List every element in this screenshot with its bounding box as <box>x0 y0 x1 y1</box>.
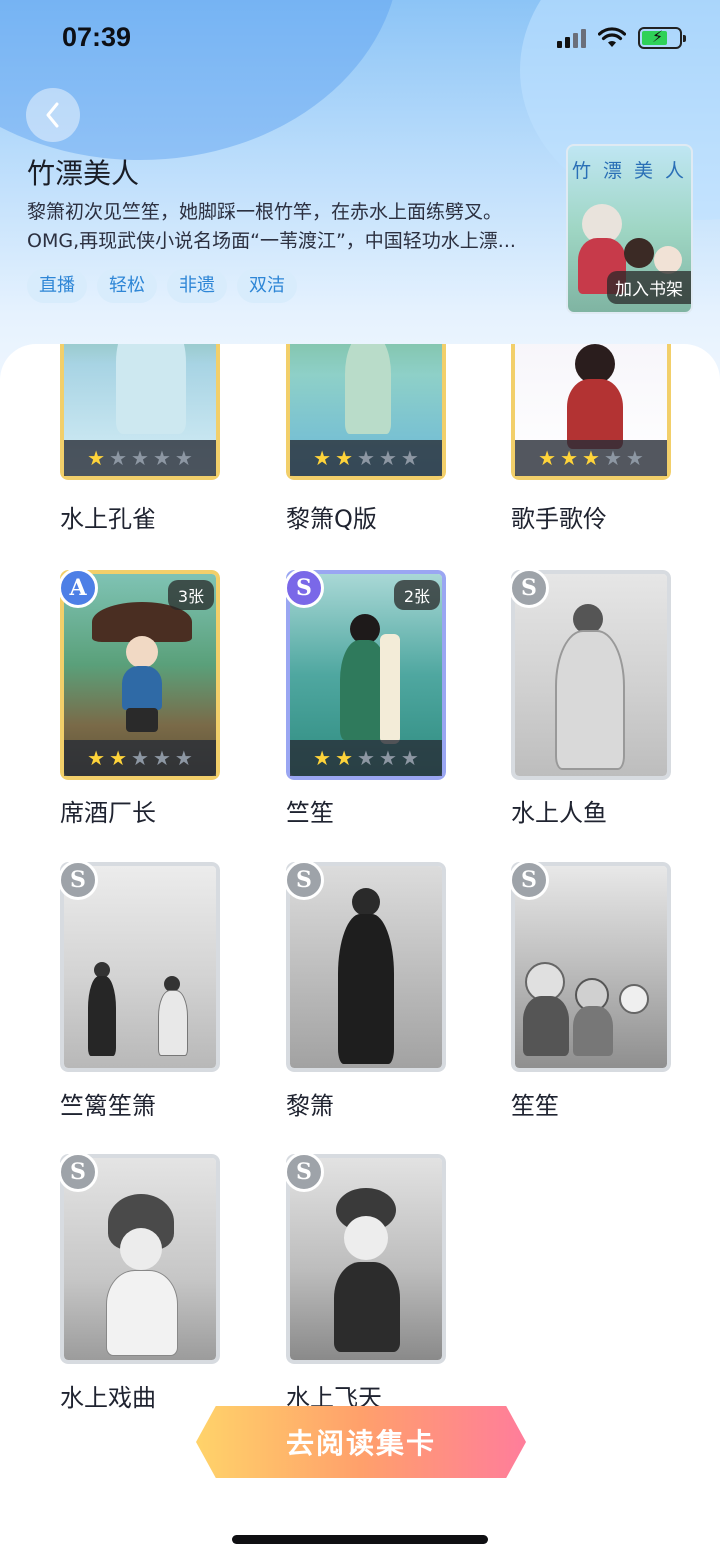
star-rating: ★ ★ ★ ★ ★ <box>290 440 442 476</box>
star-icon: ★ <box>131 446 149 470</box>
card-name: 席酒厂长 <box>60 799 156 827</box>
add-to-shelf-button[interactable]: 加入书架 <box>607 271 691 304</box>
star-rating: ★ ★ ★ ★ ★ <box>290 740 442 776</box>
card-name: 歌手歌伶 <box>511 505 607 533</box>
star-icon: ★ <box>625 446 644 470</box>
star-icon: ★ <box>313 746 332 770</box>
card-collection-panel: ★ ★ ★ ★ ★ 水上孔雀 ★ ★ ★ ★ ★ 黎箫Q版 ★ ★ ★ ★ ★ 歌手歌伶 ★ ★ ★ ★ ★ A… <box>0 344 720 1559</box>
card-name: 笙笙 <box>511 1092 559 1120</box>
book-title: 竹漂美人 <box>27 157 140 190</box>
collect-card[interactable]: ★ ★ ★ ★ ★ A 3张 <box>60 570 220 780</box>
card-name: 水上孔雀 <box>60 505 156 533</box>
star-icon: ★ <box>152 446 171 470</box>
tag-chip[interactable]: 非遗 <box>167 269 227 303</box>
collect-card[interactable]: S <box>286 1154 446 1364</box>
star-icon: ★ <box>131 746 149 770</box>
tag-chip[interactable]: 直播 <box>27 269 87 303</box>
cover-illustration <box>654 246 682 274</box>
collect-card[interactable]: S <box>286 862 446 1072</box>
star-icon: ★ <box>378 446 397 470</box>
status-bar: 07:39 ⚡ <box>0 0 720 80</box>
collect-card[interactable]: ★ ★ ★ ★ ★ <box>511 344 671 480</box>
star-icon: ★ <box>560 446 579 470</box>
star-icon: ★ <box>335 446 354 470</box>
collect-card[interactable]: S <box>511 570 671 780</box>
star-icon: ★ <box>603 446 622 470</box>
book-description-line: OMG,再现武侠小说名场面“一苇渡江”，中国轻功水上漂... <box>27 230 516 252</box>
card-count-badge: 3张 <box>167 580 214 610</box>
battery-charging-icon: ⚡ <box>638 27 686 49</box>
collect-card[interactable]: S <box>60 1154 220 1364</box>
chevron-left-icon <box>46 102 59 128</box>
star-icon: ★ <box>400 746 419 770</box>
star-rating: ★ ★ ★ ★ ★ <box>515 440 667 476</box>
star-icon: ★ <box>87 446 106 470</box>
star-icon: ★ <box>357 746 375 770</box>
star-icon: ★ <box>538 446 557 470</box>
card-name: 竺篱笙箫 <box>60 1092 156 1120</box>
collect-card[interactable]: ★ ★ ★ ★ ★ S 2张 <box>286 570 446 780</box>
star-icon: ★ <box>335 746 354 770</box>
cellular-signal-icon <box>557 28 586 48</box>
cover-title: 竹 漂 美 人 <box>571 160 688 182</box>
star-rating: ★ ★ ★ ★ ★ <box>64 740 216 776</box>
star-icon: ★ <box>174 446 193 470</box>
card-name: 水上戏曲 <box>60 1384 156 1412</box>
tag-chip[interactable]: 双洁 <box>237 269 297 303</box>
card-name: 黎箫Q版 <box>286 505 377 533</box>
card-name: 竺笙 <box>286 799 334 827</box>
read-to-collect-button[interactable]: 去阅读集卡 <box>196 1406 526 1478</box>
star-icon: ★ <box>87 746 106 770</box>
collect-card[interactable]: ★ ★ ★ ★ ★ <box>286 344 446 480</box>
collect-card[interactable]: S <box>60 862 220 1072</box>
card-count-badge: 2张 <box>393 580 440 610</box>
tag-chip[interactable]: 轻松 <box>97 269 157 303</box>
book-cover[interactable]: 竹 漂 美 人 加入书架 <box>566 144 693 314</box>
home-indicator[interactable] <box>232 1535 488 1544</box>
wifi-icon <box>598 27 626 47</box>
star-icon: ★ <box>400 446 419 470</box>
star-icon: ★ <box>174 746 193 770</box>
back-button[interactable] <box>26 88 80 142</box>
star-icon: ★ <box>357 446 375 470</box>
card-name: 水上人鱼 <box>511 799 607 827</box>
card-name: 黎箫 <box>286 1092 334 1120</box>
cover-illustration <box>624 238 654 268</box>
status-icons: ⚡ <box>557 27 686 49</box>
button-label: 去阅读集卡 <box>285 1427 436 1460</box>
collect-card[interactable]: S <box>511 862 671 1072</box>
star-icon: ★ <box>582 446 600 470</box>
star-icon: ★ <box>109 746 128 770</box>
book-description[interactable]: 黎箫初次见竺笙，她脚踩一根竹竿，在赤水上面练劈叉。 OMG,再现武侠小说名场面“… <box>27 198 547 256</box>
star-icon: ★ <box>109 446 128 470</box>
star-icon: ★ <box>378 746 397 770</box>
star-icon: ★ <box>152 746 171 770</box>
star-icon: ★ <box>313 446 332 470</box>
status-time: 07:39 <box>62 22 132 52</box>
star-rating: ★ ★ ★ ★ ★ <box>64 440 216 476</box>
book-description-line: 黎箫初次见竺笙，她脚踩一根竹竿，在赤水上面练劈叉。 <box>27 201 503 223</box>
collect-card[interactable]: ★ ★ ★ ★ ★ <box>60 344 220 480</box>
book-tags: 直播 轻松 非遗 双洁 <box>27 269 297 303</box>
